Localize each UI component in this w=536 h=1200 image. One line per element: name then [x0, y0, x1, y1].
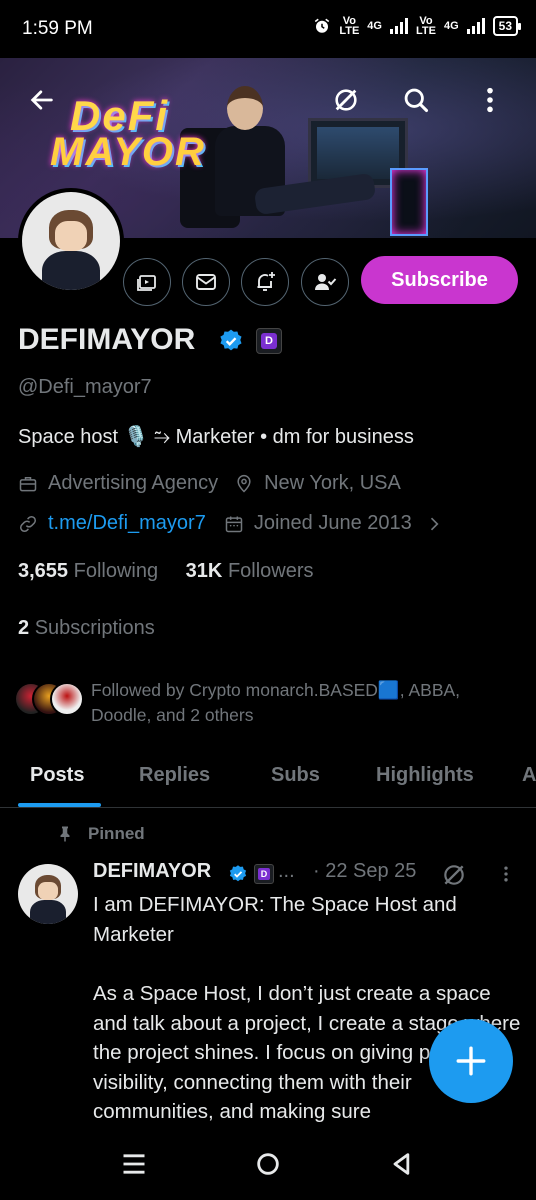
- post-affiliate-badge-label: D: [258, 868, 270, 880]
- banner-pc-tower: [390, 168, 428, 236]
- user-check-icon: [315, 274, 337, 290]
- following-link[interactable]: 3,655 Following: [18, 560, 158, 582]
- active-tab-indicator: [18, 803, 101, 807]
- briefcase-icon: [19, 476, 37, 491]
- link-icon: [19, 515, 37, 532]
- affiliate-badge-label: D: [261, 333, 277, 349]
- profile-location: New York, USA: [264, 472, 401, 494]
- banner-person: [215, 86, 377, 236]
- plus-icon: [456, 1046, 486, 1076]
- sim2-volte-bottom: LTE: [415, 25, 436, 37]
- more-options-button[interactable]: [468, 78, 512, 122]
- profile-tabs: Posts Replies Subs Highlights A: [0, 750, 536, 808]
- status-icons: Vo LTE 4G Vo LTE 4G 53: [313, 16, 522, 37]
- subscriptions-count: 2: [18, 617, 30, 639]
- avatar-body: [41, 250, 101, 290]
- avatar-face: [55, 221, 87, 251]
- profile-meta-row-1: Advertising Agency New York, USA: [18, 472, 401, 495]
- following-button[interactable]: [301, 258, 349, 306]
- message-button[interactable]: [182, 258, 230, 306]
- bell-plus-icon: [257, 272, 275, 291]
- post-date[interactable]: · 22 Sep 25: [313, 860, 416, 883]
- sim2-signal-icon: [466, 18, 485, 34]
- profile-joined: Joined June 2013: [253, 512, 412, 534]
- sim2-network: 4G: [443, 20, 459, 32]
- calendar-icon: [225, 516, 243, 532]
- tab-subs[interactable]: Subs: [271, 764, 320, 787]
- recent-apps-icon[interactable]: [120, 1150, 148, 1178]
- notifications-button[interactable]: [241, 258, 289, 306]
- affiliate-badge[interactable]: D: [256, 328, 282, 354]
- post-author-avatar[interactable]: [18, 864, 78, 924]
- subscriptions-label: Subscriptions: [34, 617, 155, 639]
- mail-icon: [196, 274, 216, 290]
- subscribe-button[interactable]: Subscribe: [361, 256, 518, 304]
- following-label: Following: [73, 560, 159, 582]
- sim1-indicator: Vo LTE: [339, 16, 360, 37]
- sim1-signal-icon: [389, 18, 408, 34]
- followed-by-text: Followed by Crypto monarch.BASED🟦, ABBA,…: [91, 680, 461, 725]
- search-icon: [404, 88, 429, 113]
- post-verified-icon: [229, 865, 247, 882]
- pinned-label: Pinned: [88, 824, 145, 843]
- search-button[interactable]: [394, 78, 438, 122]
- sim1-volte-bottom: LTE: [339, 25, 360, 37]
- profile-display-name: DEFIMAYOR: [18, 323, 196, 356]
- banner-logo-line2: MAYOR: [50, 130, 206, 174]
- tab-posts[interactable]: Posts: [30, 764, 84, 787]
- profile-handle: @Defi_mayor7: [18, 376, 152, 398]
- alarm-icon: [315, 18, 330, 33]
- profile-link[interactable]: t.me/Defi_mayor7: [48, 512, 206, 535]
- subscriptions-link[interactable]: 2 Subscriptions: [18, 617, 155, 640]
- tab-articles[interactable]: A: [522, 764, 536, 787]
- follower-avatar: [50, 682, 84, 716]
- pin-icon: [60, 826, 70, 842]
- back-nav-icon[interactable]: [388, 1150, 416, 1178]
- sim1-network: 4G: [367, 20, 382, 32]
- tab-replies[interactable]: Replies: [139, 764, 210, 787]
- post-paragraph: I am DEFIMAYOR: The Space Host and Marke…: [93, 893, 457, 946]
- profile-avatar[interactable]: [18, 188, 124, 294]
- post-affiliate-badge: D: [254, 864, 274, 884]
- more-vertical-icon: [487, 87, 493, 113]
- status-bar: 1:59 PM Vo LTE 4G Vo LTE 4G 53: [0, 0, 536, 58]
- followers-label: Followers: [227, 560, 314, 582]
- follow-stats: 3,655 Following 31K Followers: [18, 560, 314, 583]
- back-button[interactable]: [20, 78, 64, 122]
- followed-by-avatars: [14, 682, 86, 718]
- followers-count: 31K: [185, 560, 223, 582]
- grok-icon[interactable]: [441, 862, 467, 888]
- post-more-icon[interactable]: [496, 862, 516, 886]
- sim2-indicator: Vo LTE: [415, 16, 436, 37]
- status-time: 1:59 PM: [22, 18, 93, 39]
- verified-badge-icon[interactable]: [218, 328, 244, 354]
- post-author-name[interactable]: DEFIMAYOR: [93, 860, 211, 883]
- pinned-indicator: Pinned: [56, 824, 145, 844]
- home-icon[interactable]: [254, 1150, 282, 1178]
- chevron-right-icon[interactable]: [424, 514, 444, 534]
- followers-link[interactable]: 31K Followers: [186, 560, 314, 582]
- grok-icon: [335, 89, 357, 111]
- grok-button[interactable]: [324, 78, 368, 122]
- tab-highlights[interactable]: Highlights: [376, 764, 474, 787]
- creator-studio-icon: [137, 275, 156, 291]
- post-name-ellipsis: ...: [278, 860, 295, 882]
- arrow-left-icon: [30, 90, 53, 110]
- battery-icon: 53: [492, 16, 522, 36]
- creator-studio-button[interactable]: [123, 258, 171, 306]
- location-pin-icon: [237, 474, 251, 493]
- profile-category: Advertising Agency: [48, 472, 219, 494]
- compose-button[interactable]: [429, 1019, 513, 1103]
- system-nav-bar: [0, 1128, 536, 1200]
- profile-bio: Space host 🎙️ ⥲ Marketer • dm for busine…: [18, 426, 414, 448]
- profile-meta-row-2: t.me/Defi_mayor7 Joined June 2013: [18, 512, 444, 535]
- following-count: 3,655: [18, 560, 69, 582]
